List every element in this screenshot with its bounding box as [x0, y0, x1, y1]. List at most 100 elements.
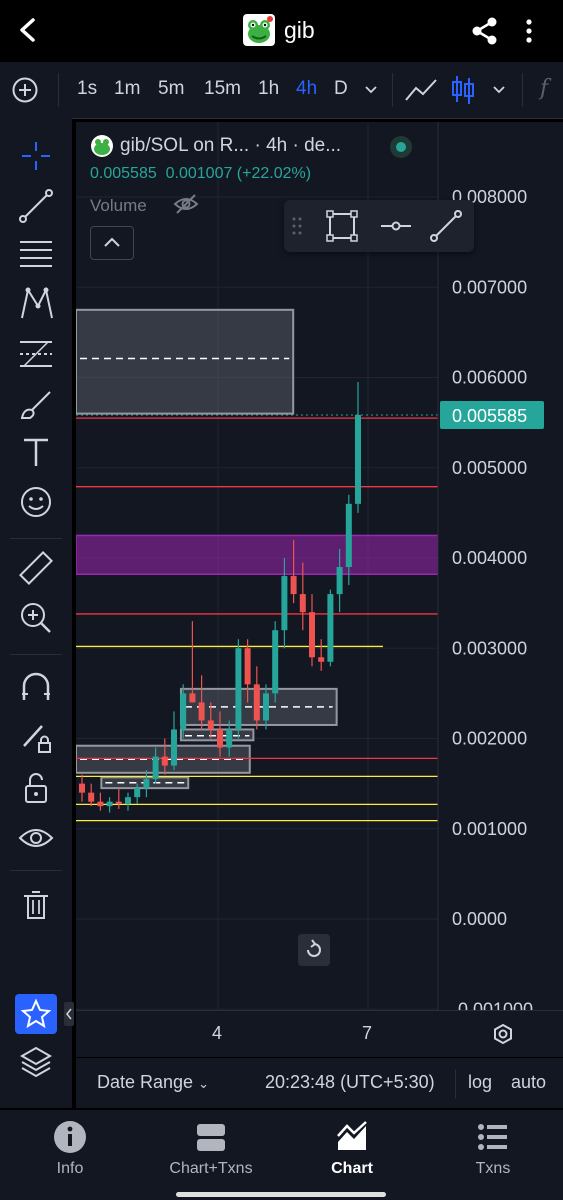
x-tick-label: 4 — [212, 1023, 223, 1043]
settings-icon[interactable] — [492, 1023, 514, 1045]
candle-body — [290, 576, 297, 595]
nav-info[interactable]: Info — [0, 1120, 140, 1178]
price-tick-label: 0.001000 — [452, 819, 527, 839]
candle-body — [327, 594, 334, 662]
crosshair-icon[interactable] — [14, 134, 58, 178]
candle-body — [171, 729, 177, 766]
brush-icon[interactable] — [14, 382, 58, 426]
token-logo — [243, 14, 275, 46]
line-chart-icon[interactable] — [404, 76, 438, 104]
candle-body — [263, 693, 269, 721]
price-tick-label: 0.005000 — [452, 458, 527, 478]
parallel-lines-icon[interactable] — [14, 232, 58, 276]
page-title: gib — [284, 17, 315, 43]
horizontal-ray-icon[interactable] — [378, 208, 414, 244]
price-tick-label: 0.006000 — [452, 368, 527, 388]
candle-body — [299, 594, 306, 613]
x-tick-label: 7 — [362, 1023, 373, 1043]
candle-body — [134, 788, 141, 798]
chart-pane[interactable]: 0.008000 0.007000 0.006000 0.005000 0.004000… — [76, 122, 563, 1022]
drag-handle-icon[interactable] — [290, 214, 304, 238]
timeframe-1s[interactable]: 1s — [77, 78, 97, 100]
app-header: gib — [0, 0, 563, 62]
candlestick-chart[interactable]: 0.0080000.0070000.0060000.0050000.004000… — [76, 122, 563, 1022]
info-icon — [54, 1121, 86, 1153]
time-axis[interactable]: 4 7 — [76, 1010, 563, 1057]
candle-body — [281, 576, 288, 631]
candles-icon[interactable] — [450, 74, 476, 106]
nav-chart-label: Chart — [331, 1160, 373, 1177]
split-view-icon — [197, 1124, 225, 1151]
lock-drawing-icon[interactable] — [14, 716, 58, 760]
timeframe-d[interactable]: D — [334, 78, 348, 100]
timeframe-1m[interactable]: 1m — [114, 78, 140, 100]
collapse-sidebar-icon[interactable] — [64, 1002, 74, 1026]
pattern-icon[interactable] — [14, 282, 58, 326]
emoji-icon[interactable] — [14, 480, 58, 524]
candle-body — [309, 612, 315, 658]
candle-body — [143, 779, 150, 789]
chart-toolbar: 1s 1m 5m 15m 1h 4h D f — [0, 62, 563, 119]
timezone-clock[interactable]: 20:23:48 (UTC+5:30) — [265, 1072, 435, 1093]
price-tick-label: 0.007000 — [452, 277, 527, 297]
timeframe-1h[interactable]: 1h — [258, 78, 279, 100]
chevron-down-icon: ⌄ — [198, 1076, 209, 1091]
trendline-tool-icon[interactable] — [428, 208, 464, 244]
zoom-in-icon[interactable] — [14, 596, 58, 640]
candle-body — [235, 648, 242, 730]
nav-chart-txns[interactable]: Chart+Txns — [141, 1120, 281, 1178]
reset-icon — [307, 939, 321, 957]
timeframe-15m[interactable]: 15m — [204, 78, 241, 100]
candle-body — [198, 702, 205, 721]
log-scale-toggle[interactable]: log — [468, 1072, 492, 1093]
candle-body — [115, 801, 122, 804]
last-price-label: 0.005585 — [452, 406, 527, 426]
price-tick-label: 0.002000 — [452, 729, 527, 749]
collapse-legend-button[interactable] — [90, 226, 134, 260]
add-indicator-icon[interactable] — [12, 77, 38, 103]
volume-label: Volume — [90, 196, 147, 215]
candle-body — [125, 797, 131, 804]
candle-body — [355, 414, 361, 504]
date-range-button[interactable]: Date Range ⌄ — [97, 1072, 209, 1093]
text-icon[interactable] — [14, 430, 58, 474]
layers-icon[interactable] — [14, 1040, 58, 1084]
unlock-icon[interactable] — [14, 766, 58, 810]
auto-scale-toggle[interactable]: auto — [511, 1072, 546, 1093]
chevron-down-icon[interactable] — [492, 84, 506, 96]
timeframe-5m[interactable]: 5m — [158, 78, 184, 100]
list-icon — [478, 1124, 507, 1150]
ruler-icon[interactable] — [14, 546, 58, 590]
rectangle-drawing — [76, 308, 295, 415]
gesture-bar — [176, 1192, 386, 1197]
reset-chart-button[interactable] — [298, 934, 330, 966]
magnet-icon[interactable] — [14, 666, 58, 710]
more-vertical-icon[interactable] — [522, 16, 536, 46]
rectangle-tool-icon[interactable] — [324, 208, 360, 244]
price-tick-label: 0.003000 — [452, 638, 527, 658]
function-icon[interactable]: f — [540, 76, 548, 101]
symbol-legend[interactable]: gib/SOL on R... · 4h · de... — [120, 135, 341, 157]
trash-icon[interactable] — [14, 884, 58, 928]
candle-body — [88, 792, 95, 802]
candle-body — [253, 684, 260, 721]
share-icon[interactable] — [470, 16, 500, 46]
floating-drawing-toolbar — [284, 200, 474, 252]
favorites-button[interactable] — [15, 994, 57, 1034]
candle-body — [97, 801, 104, 807]
eye-off-icon[interactable] — [172, 192, 200, 216]
fib-icon[interactable] — [14, 332, 58, 376]
trendline-icon[interactable] — [14, 184, 58, 228]
chevron-down-icon[interactable] — [364, 84, 378, 96]
candle-body — [207, 720, 214, 730]
candle-body — [180, 693, 187, 730]
nav-txns[interactable]: Txns — [423, 1120, 563, 1178]
nav-txns-label: Txns — [475, 1160, 511, 1177]
back-arrow-icon[interactable] — [14, 16, 42, 44]
eye-icon[interactable] — [14, 816, 58, 860]
candle-body — [272, 630, 279, 694]
nav-chart[interactable]: Chart — [282, 1120, 422, 1178]
nav-info-label: Info — [56, 1160, 84, 1177]
candle-body — [345, 503, 352, 568]
timeframe-4h[interactable]: 4h — [296, 78, 317, 100]
